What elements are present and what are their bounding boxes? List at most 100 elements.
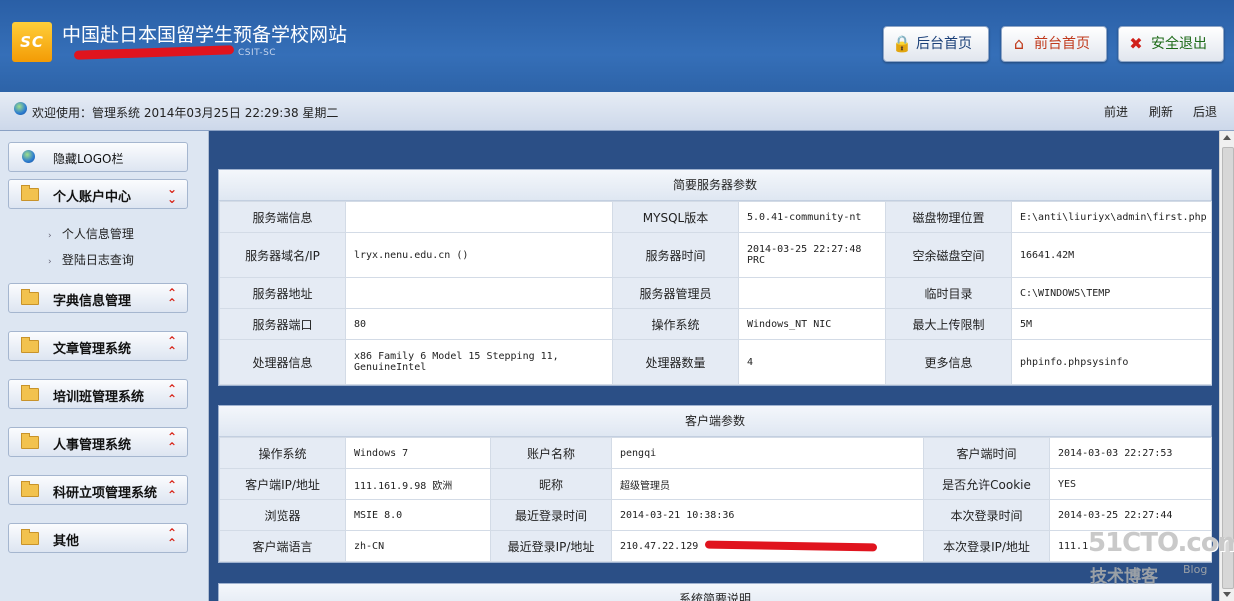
- param-label: 客户端时间: [923, 437, 1050, 469]
- menu-training[interactable]: 培训班管理系统 ⌃ ⌃: [8, 379, 188, 409]
- param-value: 5.0.41-community-nt: [738, 201, 886, 233]
- backend-home-label: 后台首页: [916, 36, 972, 52]
- param-label: 操作系统: [612, 308, 739, 340]
- param-label: 磁盘物理位置: [885, 201, 1012, 233]
- site-subtitle-text: CSIT-SC: [238, 48, 277, 58]
- scroll-up-icon[interactable]: [1223, 135, 1231, 140]
- param-label: 账户名称: [490, 437, 612, 469]
- frontend-home-label: 前台首页: [1034, 36, 1090, 52]
- scroll-thumb[interactable]: [1222, 147, 1234, 589]
- param-value: C:\WINDOWS\TEMP: [1011, 277, 1212, 309]
- folder-icon: [21, 433, 39, 449]
- globe-icon: [22, 150, 35, 163]
- menu-personal-account[interactable]: 个人账户中心 ⌄ ⌄: [8, 179, 188, 209]
- menu-label: 个人账户中心: [53, 190, 132, 205]
- param-label: 服务器管理员: [612, 277, 739, 309]
- param-label: 处理器数量: [612, 339, 739, 385]
- chevron-up-icon: ⌃ ⌃: [166, 334, 177, 358]
- param-value: 2014-03-25 22:27:48 PRC: [738, 232, 886, 278]
- backend-home-button[interactable]: 🔒 后台首页: [883, 26, 989, 62]
- server-row: 服务器域名/IP lryx.nenu.edu.cn () 服务器时间 2014-03-…: [219, 232, 1212, 278]
- submenu-personal-info[interactable]: › 个人信息管理: [48, 225, 134, 242]
- param-label: 操作系统: [219, 437, 346, 469]
- server-panel-title: 简要服务器参数: [219, 170, 1211, 201]
- home-icon: ⌂: [1013, 34, 1025, 53]
- back-link[interactable]: 后退: [1193, 103, 1217, 120]
- param-label: 临时目录: [885, 277, 1012, 309]
- param-value: 2014-03-03 22:27:53: [1049, 437, 1212, 469]
- system-panel: 系统简要说明: [218, 583, 1212, 601]
- param-label: 服务端信息: [219, 201, 346, 233]
- sidebar: 隐藏LOGO栏 个人账户中心 ⌄ ⌄ › 个人信息管理 › 登陆日志查询 字典信息…: [0, 131, 209, 601]
- param-value: [345, 201, 613, 233]
- folder-icon: [21, 385, 39, 401]
- scroll-down-icon[interactable]: [1223, 592, 1231, 597]
- server-panel: 简要服务器参数 服务端信息 MYSQL版本 5.0.41-community-nt 磁…: [218, 169, 1212, 386]
- param-value: 111.161.9.98 欧洲: [345, 468, 491, 500]
- client-panel: 客户端参数 操作系统 Windows 7 账户名称 pengqi 客户端时间 2014-0…: [218, 405, 1212, 563]
- watermark-cn: 技术博客: [1090, 567, 1158, 587]
- menu-label: 其他: [53, 534, 80, 549]
- folder-icon: [21, 481, 39, 497]
- chevron-up-icon: ⌃ ⌃: [166, 430, 177, 454]
- menu-label: 人事管理系统: [53, 438, 132, 453]
- param-value: phpinfo.phpsysinfo: [1011, 339, 1212, 385]
- frontend-home-button[interactable]: ⌂ 前台首页: [1001, 26, 1107, 62]
- menu-label: 文章管理系统: [53, 342, 132, 357]
- hide-logo-button[interactable]: 隐藏LOGO栏: [8, 142, 188, 172]
- param-value: YES: [1049, 468, 1212, 500]
- menu-personnel[interactable]: 人事管理系统 ⌃ ⌃: [8, 427, 188, 457]
- server-row: 服务器端口 80 操作系统 Windows_NT NIC 最大上传限制 5M: [219, 308, 1212, 340]
- welcome-bar: 欢迎使用：管理系统 2014年03月25日 22:29:38 星期二 前进 刷新…: [0, 92, 1234, 131]
- param-label: 服务器域名/IP: [219, 232, 346, 278]
- header: SC 中国赴日本国留学生预备学校网站 CSIT-SC 🔒 后台首页 ⌂ 前台首页…: [0, 0, 1234, 92]
- server-row: 服务端信息 MYSQL版本 5.0.41-community-nt 磁盘物理位置 E:\…: [219, 201, 1212, 233]
- client-row: 浏览器 MSIE 8.0 最近登录时间 2014-03-21 10:38:36 本次登录…: [219, 499, 1212, 531]
- param-label: 更多信息: [885, 339, 1012, 385]
- folder-icon: [21, 337, 39, 353]
- menu-dictionary[interactable]: 字典信息管理 ⌃ ⌃: [8, 283, 188, 313]
- client-panel-title: 客户端参数: [219, 406, 1211, 437]
- param-value: 16641.42M: [1011, 232, 1212, 278]
- param-label: 处理器信息: [219, 339, 346, 385]
- menu-other[interactable]: 其他 ⌃ ⌃: [8, 523, 188, 553]
- submenu-login-log[interactable]: › 登陆日志查询: [48, 251, 134, 268]
- param-value: zh-CN: [345, 530, 491, 562]
- folder-icon: [21, 185, 39, 201]
- menu-label: 科研立项管理系统: [53, 486, 158, 501]
- chevron-up-icon: ⌃ ⌃: [166, 478, 177, 502]
- server-table: 服务端信息 MYSQL版本 5.0.41-community-nt 磁盘物理位置 E:\…: [219, 201, 1212, 385]
- menu-label: 字典信息管理: [53, 294, 132, 309]
- submenu-label: 登陆日志查询: [61, 253, 134, 267]
- site-title: 中国赴日本国留学生预备学校网站: [62, 24, 348, 46]
- server-row: 处理器信息 x86 Family 6 Model 15 Stepping 11, …: [219, 339, 1212, 385]
- param-value: MSIE 8.0: [345, 499, 491, 531]
- globe-icon: [14, 102, 27, 115]
- param-label: MYSQL版本: [612, 201, 739, 233]
- server-row: 服务器地址 服务器管理员 临时目录 C:\WINDOWS\TEMP: [219, 277, 1212, 309]
- system-panel-title: 系统简要说明: [219, 584, 1211, 601]
- param-value: pengqi: [611, 437, 924, 469]
- hide-logo-label: 隐藏LOGO栏: [53, 152, 124, 166]
- client-row: 操作系统 Windows 7 账户名称 pengqi 客户端时间 2014-03-03 2…: [219, 437, 1212, 469]
- logo: SC: [12, 22, 52, 62]
- client-row: 客户端IP/地址 111.161.9.98 欧洲 昵称 超级管理员 是否允许Cookie…: [219, 468, 1212, 500]
- logout-button[interactable]: ✖ 安全退出: [1118, 26, 1224, 62]
- refresh-link[interactable]: 刷新: [1149, 103, 1173, 120]
- param-value: x86 Family 6 Model 15 Stepping 11, Genui…: [345, 339, 613, 385]
- chevron-up-icon: ⌃ ⌃: [166, 526, 177, 550]
- menu-articles[interactable]: 文章管理系统 ⌃ ⌃: [8, 331, 188, 361]
- param-value: [738, 277, 886, 309]
- param-value: [345, 277, 613, 309]
- param-value: E:\anti\liuriyx\admin\first.php: [1011, 201, 1212, 233]
- submenu-label: 个人信息管理: [61, 227, 134, 241]
- param-label: 最近登录时间: [490, 499, 612, 531]
- folder-icon: [21, 529, 39, 545]
- param-value: 4: [738, 339, 886, 385]
- param-label: 客户端语言: [219, 530, 346, 562]
- menu-research[interactable]: 科研立项管理系统 ⌃ ⌃: [8, 475, 188, 505]
- forward-link[interactable]: 前进: [1104, 103, 1128, 120]
- logout-label: 安全退出: [1151, 36, 1207, 52]
- param-value: Windows 7: [345, 437, 491, 469]
- param-label: 本次登录时间: [923, 499, 1050, 531]
